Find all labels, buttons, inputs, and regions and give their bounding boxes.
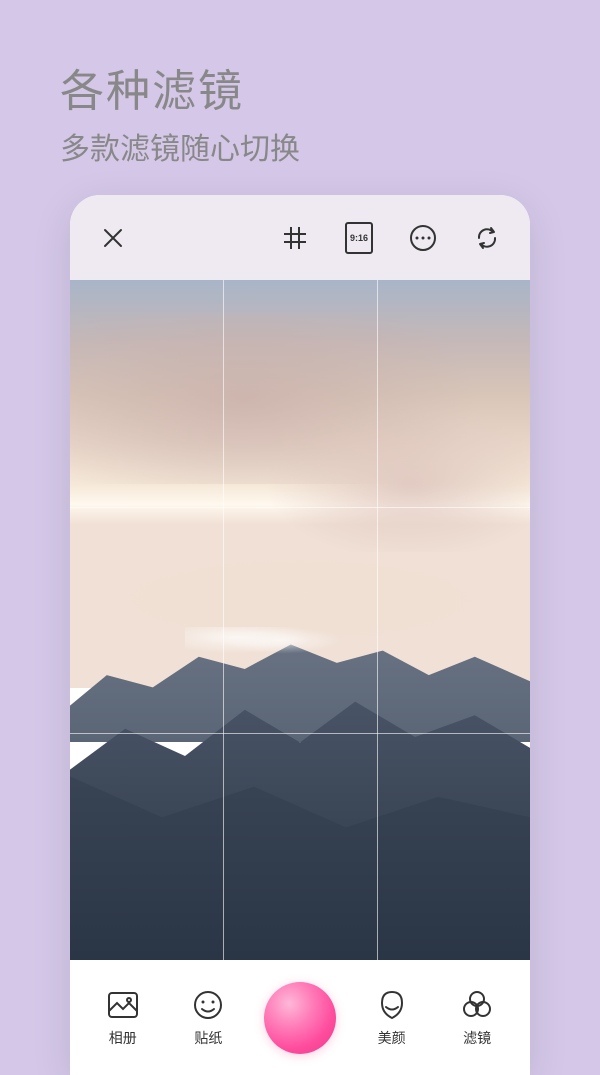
grid-toggle-button[interactable] (277, 220, 313, 256)
switch-camera-button[interactable] (469, 220, 505, 256)
camera-viewfinder[interactable] (70, 280, 530, 960)
close-button[interactable] (95, 220, 131, 256)
beauty-icon (377, 989, 407, 1021)
page-subtitle: 多款滤镜随心切换 (60, 124, 540, 168)
more-options-button[interactable] (405, 220, 441, 256)
sticker-button[interactable]: 贴纸 (178, 988, 238, 1048)
beauty-label: 美颜 (378, 1028, 406, 1048)
preview-image (70, 280, 530, 960)
grid-icon (282, 225, 308, 251)
camera-bottom-bar: 相册 贴纸 美颜 (70, 960, 530, 1075)
sticker-icon (192, 989, 224, 1021)
more-icon (409, 224, 437, 252)
page-title: 各种滤镜 (60, 55, 540, 119)
camera-top-bar: 9:16 (70, 195, 530, 280)
filter-button[interactable]: 滤镜 (447, 988, 507, 1048)
switch-camera-icon (473, 224, 501, 252)
filter-icon (460, 989, 494, 1021)
album-label: 相册 (109, 1028, 137, 1048)
filter-label: 滤镜 (463, 1028, 491, 1048)
phone-mockup: 9:16 (70, 195, 530, 1075)
album-button[interactable]: 相册 (93, 988, 153, 1048)
album-icon (107, 991, 139, 1019)
shutter-button[interactable] (264, 982, 336, 1054)
aspect-ratio-button[interactable]: 9:16 (341, 220, 377, 256)
sticker-label: 贴纸 (194, 1028, 222, 1048)
beauty-button[interactable]: 美颜 (362, 988, 422, 1048)
close-icon (102, 227, 124, 249)
aspect-ratio-icon: 9:16 (345, 222, 373, 254)
